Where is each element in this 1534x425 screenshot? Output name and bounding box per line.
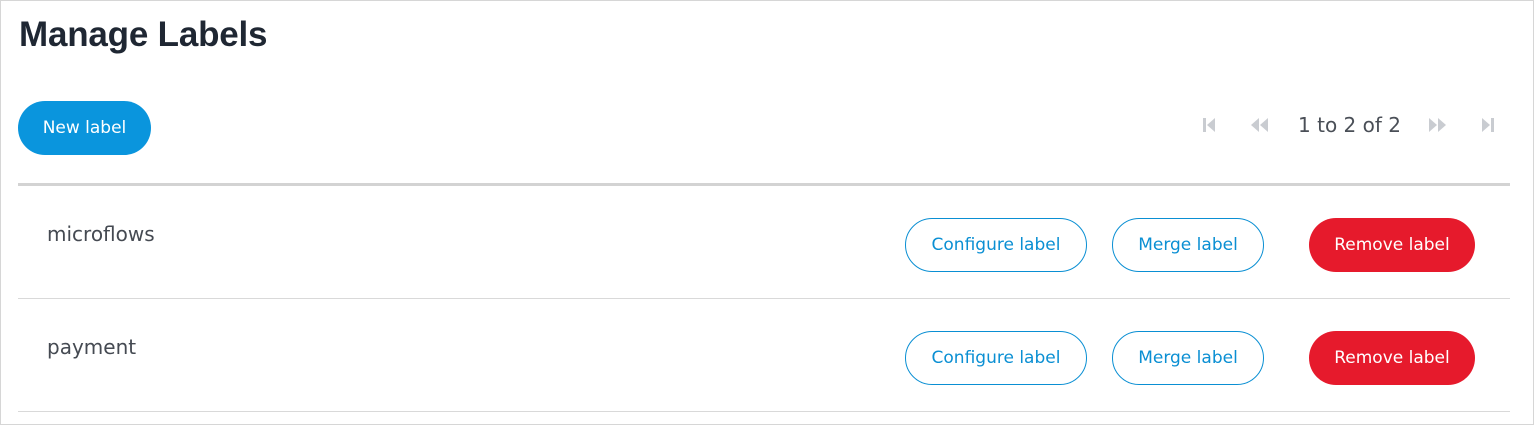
next-page-icon[interactable] bbox=[1423, 110, 1453, 140]
configure-label-button[interactable]: Configure label bbox=[905, 218, 1087, 272]
label-name: payment bbox=[47, 335, 137, 359]
pagination: 1 to 2 of 2 bbox=[1194, 109, 1503, 141]
last-page-icon[interactable] bbox=[1473, 110, 1503, 140]
page-summary: 1 to 2 of 2 bbox=[1298, 113, 1401, 137]
previous-page-icon[interactable] bbox=[1244, 110, 1274, 140]
remove-label-button[interactable]: Remove label bbox=[1309, 331, 1475, 385]
remove-label-button[interactable]: Remove label bbox=[1309, 218, 1475, 272]
manage-labels-panel: Manage Labels New label 1 to 2 of 2 micr… bbox=[0, 0, 1534, 425]
label-name: microflows bbox=[47, 222, 155, 246]
new-label-button[interactable]: New label bbox=[18, 101, 151, 155]
page-title: Manage Labels bbox=[19, 15, 268, 54]
merge-label-button[interactable]: Merge label bbox=[1112, 218, 1264, 272]
table-row: payment Configure label Merge label Remo… bbox=[18, 299, 1510, 412]
labels-table: microflows Configure label Merge label R… bbox=[18, 183, 1510, 412]
configure-label-button[interactable]: Configure label bbox=[905, 331, 1087, 385]
table-row: microflows Configure label Merge label R… bbox=[18, 186, 1510, 299]
merge-label-button[interactable]: Merge label bbox=[1112, 331, 1264, 385]
first-page-icon[interactable] bbox=[1194, 110, 1224, 140]
